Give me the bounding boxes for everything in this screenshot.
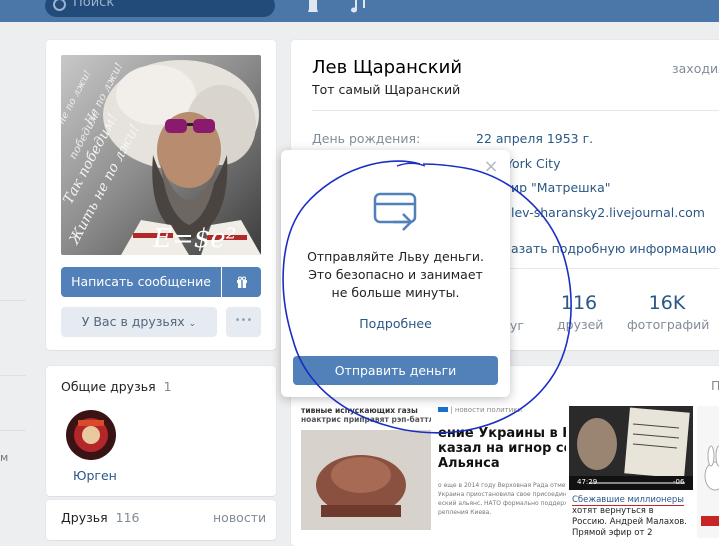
video-caption-text: хотят вернуться в Россию. Андрей Малахов… <box>572 506 687 538</box>
money-transfer-popup: × Отправляйте Льву деньги. Это безопасно… <box>281 150 510 397</box>
send-message-label: Написать сообщение <box>71 274 211 289</box>
profile-status[interactable]: Тот самый Щаранский <box>312 82 460 97</box>
card-payment-icon <box>373 192 417 231</box>
avatar-card: Жить не по лжи! Так победим! победим! Не… <box>46 40 276 350</box>
gift-button[interactable] <box>222 267 261 297</box>
more-dots-icon: ••• <box>234 315 253 326</box>
thumbnail-image <box>697 406 719 538</box>
chevron-down-icon: ⌄ <box>188 319 197 329</box>
photo-thumbnail[interactable]: тивные испускающих газы ноактрис приправ… <box>301 406 431 538</box>
photo-thumbnail[interactable]: | новости политики ение Украины в НА каз… <box>438 406 566 538</box>
video-caption: Сбежавшие миллионеры хотят вернуться в Р… <box>569 493 693 538</box>
close-icon[interactable]: × <box>483 158 499 176</box>
friends-header[interactable]: Друзья 116 <box>61 510 139 525</box>
friends-title: Друзья <box>61 510 108 525</box>
left-menu-divider <box>0 300 26 301</box>
thumbnail-subheadline: ноактрис приправят рэп-баттл <box>301 415 431 424</box>
work-link[interactable]: ир "Матрешка" <box>511 180 611 195</box>
friend-avatar[interactable] <box>66 410 116 460</box>
top-bar: Поиск <box>0 0 719 22</box>
common-friends-header[interactable]: Общие друзья 1 <box>61 379 172 394</box>
news-tag: новости политики <box>454 406 523 414</box>
counter-friends[interactable]: 116 друзей <box>557 292 604 332</box>
friends-count: 116 <box>115 510 140 525</box>
profile-photo[interactable]: Жить не по лжи! Так победим! победим! Не… <box>61 55 261 255</box>
common-friends-title: Общие друзья <box>61 379 156 394</box>
friend-status-label: У Вас в друзьях <box>81 314 185 329</box>
show-details-link[interactable]: азать подробную информацию <box>511 241 716 256</box>
photo-formula: E=$e² <box>152 224 236 254</box>
more-actions-button[interactable]: ••• <box>226 307 261 337</box>
website-link[interactable]: lev-sharansky2.livejournal.com <box>511 205 705 220</box>
gift-icon <box>236 276 247 288</box>
news-headline: ение Украины в НА казал на игнор со Алья… <box>438 426 566 471</box>
search-placeholder: Поиск <box>73 0 115 10</box>
search-input[interactable]: Поиск <box>45 0 275 17</box>
send-money-label: Отправить деньги <box>334 363 457 378</box>
left-menu-divider <box>0 375 26 376</box>
friend-name-link[interactable]: Юрген <box>73 468 117 483</box>
profile-name: Лев Щаранский <box>312 57 463 78</box>
city-link[interactable]: York City <box>506 156 560 171</box>
birthday-label: День рождения: <box>312 131 421 146</box>
video-thumbnail[interactable]: 47:29 -06 Сбежавшие миллионеры хотят вер… <box>569 406 693 538</box>
common-friends-count: 1 <box>163 379 172 394</box>
online-status: заходил <box>672 61 719 76</box>
bell-icon[interactable] <box>305 0 321 14</box>
friends-updates-link[interactable]: новости <box>213 510 266 525</box>
friend-status-button[interactable]: У Вас в друзьях ⌄ <box>61 307 217 337</box>
counter-label: друзей <box>557 317 604 332</box>
video-caption-highlight: Сбежавшие миллионеры <box>572 495 684 506</box>
counter-value: 16K <box>648 292 686 314</box>
section-link[interactable]: П <box>711 378 719 393</box>
send-message-button[interactable]: Написать сообщение <box>61 267 221 297</box>
left-menu-divider <box>0 430 26 431</box>
counter-value: 116 <box>560 292 598 314</box>
birthday-link[interactable]: 22 апреля 1953 г. <box>476 131 593 146</box>
search-icon <box>53 0 66 11</box>
counter-label: фотографий <box>627 317 710 332</box>
photo-thumbnail[interactable] <box>697 406 719 538</box>
popup-description: Отправляйте Льву деньги. Это безопасно и… <box>307 249 484 300</box>
learn-more-link[interactable]: Подробнее <box>281 316 510 331</box>
music-icon[interactable] <box>350 0 366 14</box>
common-friends-card: Общие друзья 1 Юрген <box>46 366 276 496</box>
video-time: 47:29 <box>577 478 598 486</box>
thumbnail-image <box>301 430 431 530</box>
friends-card: Друзья 116 новости <box>46 500 276 540</box>
friend-avatar-image <box>66 410 116 460</box>
left-menu-text: м <box>0 451 9 464</box>
send-money-button[interactable]: Отправить деньги <box>293 356 498 385</box>
divider <box>312 110 719 111</box>
news-snippet: о еще в 2014 году Верховная Рада отмени … <box>438 482 566 516</box>
video-remaining: -06 <box>673 478 685 486</box>
counter-photos[interactable]: 16K фотографий <box>627 292 710 332</box>
profile-photo-image: Жить не по лжи! Так победим! победим! Не… <box>61 55 261 255</box>
thumbnail-headline: тивные испускающих газы <box>301 406 418 415</box>
